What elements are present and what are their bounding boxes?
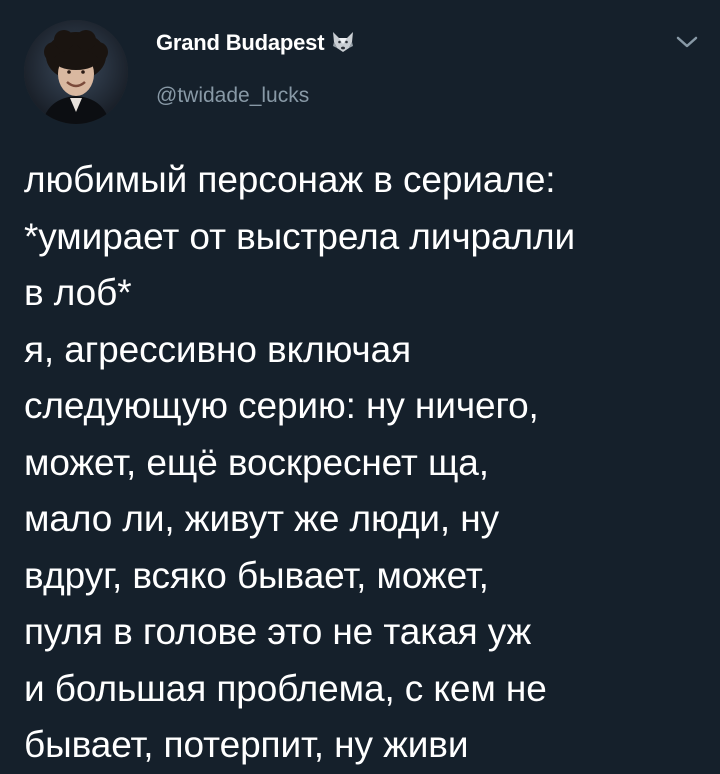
tweet-line: в лоб* [24, 272, 132, 313]
avatar-photo [24, 20, 128, 124]
chevron-down-icon[interactable] [672, 30, 702, 54]
author-handle[interactable]: @twidade_lucks [156, 84, 309, 108]
tweet-line: любимый персонаж в сериале: [24, 159, 556, 200]
author-display-name[interactable]: Grand Budapest [156, 30, 356, 60]
tweet-line: вдруг, всяко бывает, может, [24, 554, 489, 596]
tweet-line: может, ещё воскреснет ща, [24, 441, 489, 483]
tweet: Grand Budapest @twidade_lucks любимый пе… [0, 0, 720, 771]
tweet-line: *умирает от выстрела личралли [24, 215, 576, 257]
avatar[interactable] [24, 20, 128, 124]
author-name-text: Grand Budapest [156, 30, 325, 55]
tweet-line: и большая проблема, с кем не [24, 667, 547, 709]
tweet-text: любимый персонаж в сериале: *умирает от … [24, 152, 714, 774]
wolf-face-icon [330, 30, 356, 60]
tweet-line: я, агрессивно включая [24, 328, 412, 370]
tweet-line: мало ли, живут же люди, ну [24, 498, 499, 539]
tweet-line: бывает, потерпит, ну живи [24, 724, 469, 765]
tweet-line: следующую серию: ну ничего, [24, 385, 539, 426]
tweet-line: пуля в голове это не такая уж [24, 611, 532, 652]
